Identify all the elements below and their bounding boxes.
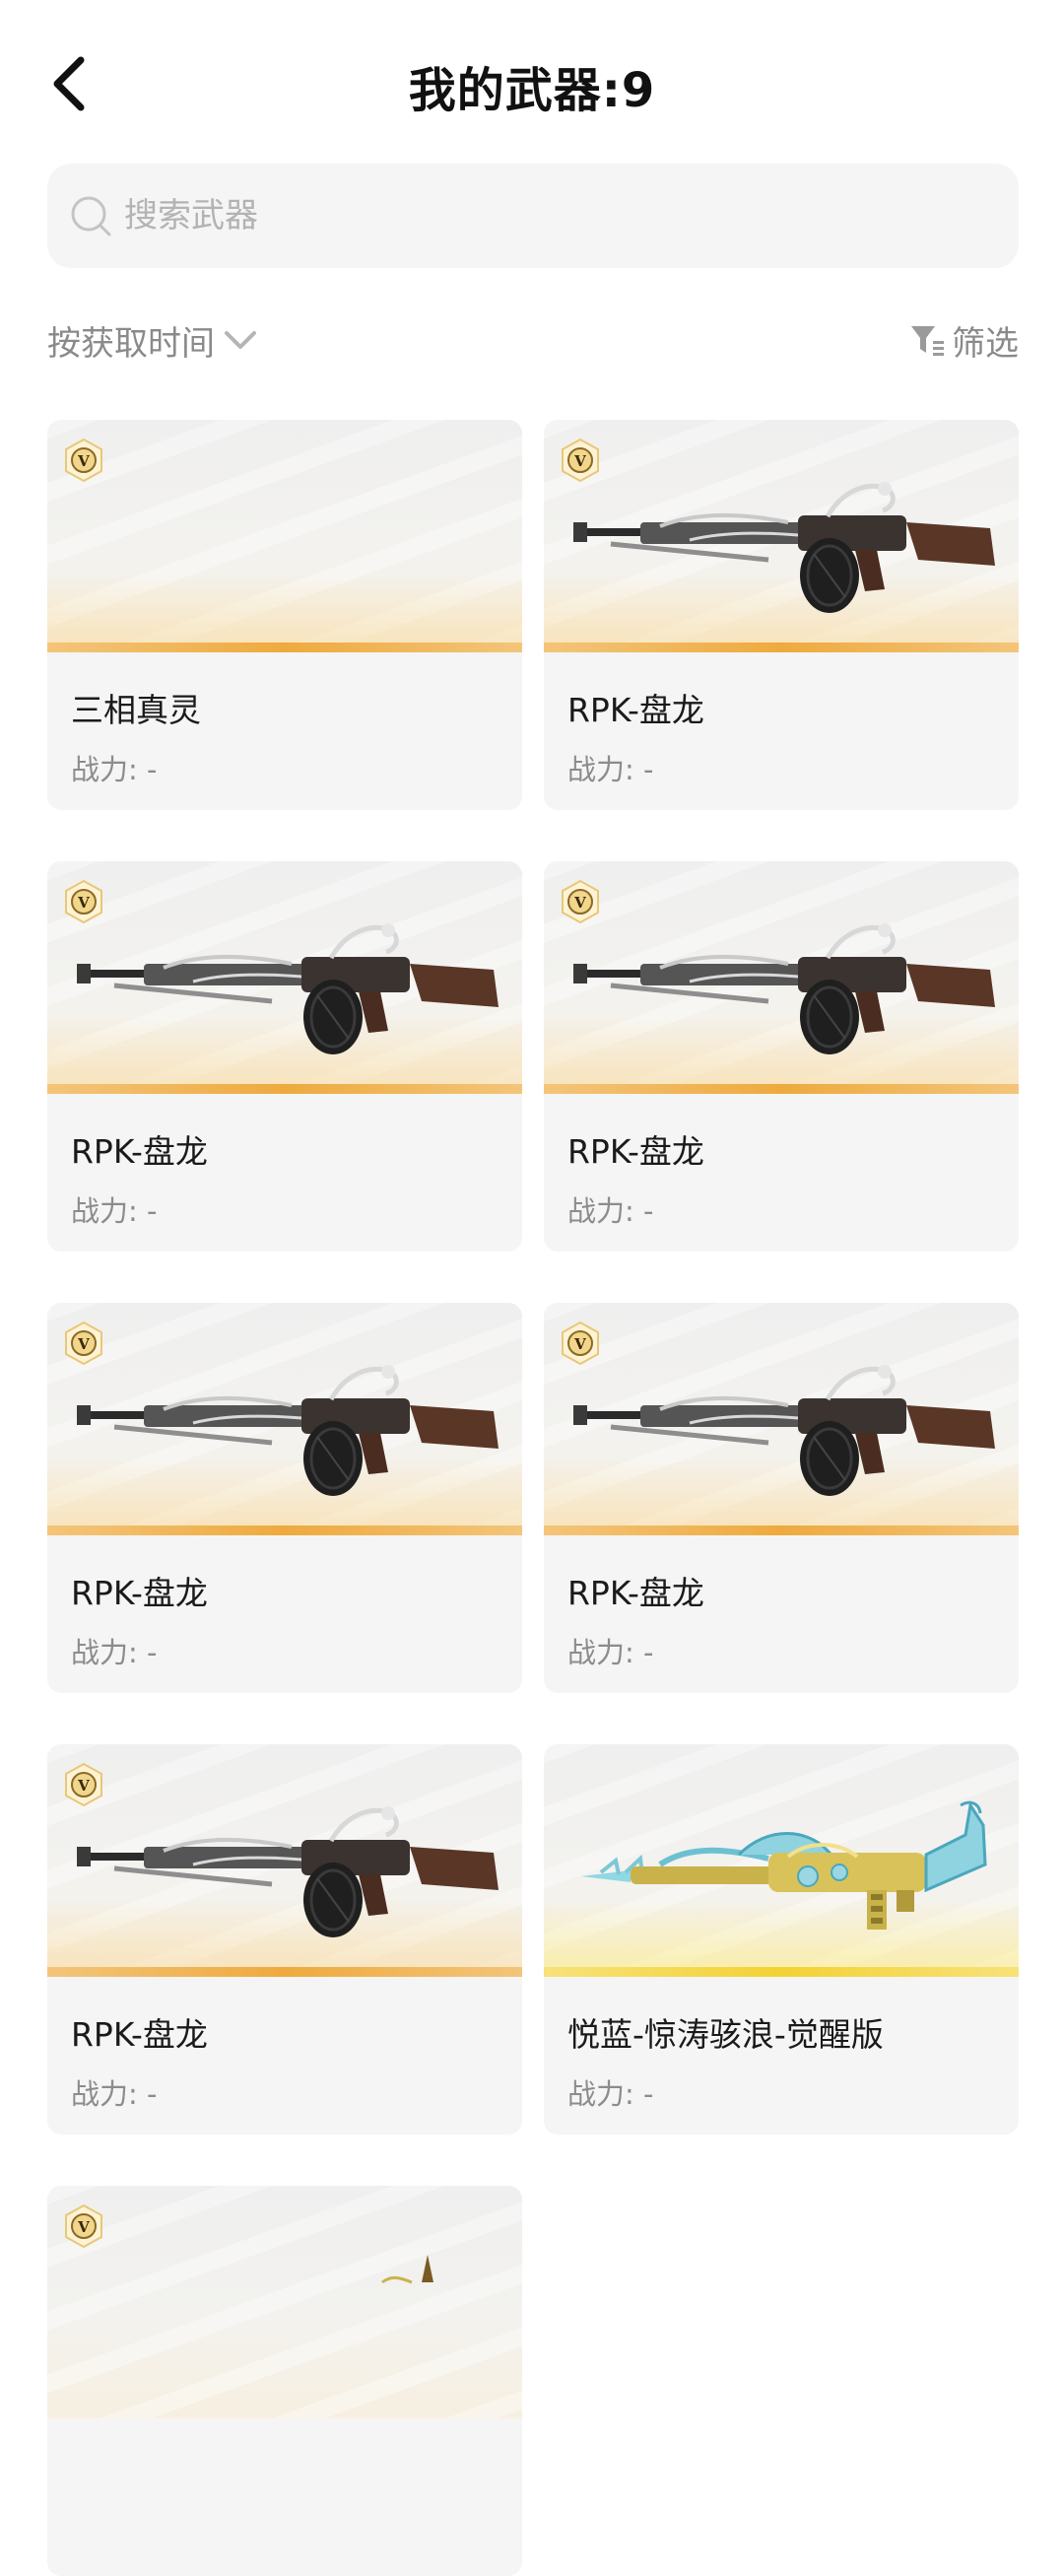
weapon-card[interactable]: 悦蓝-惊涛骇浪-觉醒版 战力: - bbox=[544, 1744, 1019, 2135]
weapon-power: 战力: - bbox=[71, 753, 158, 786]
weapon-card[interactable]: V bbox=[47, 1303, 522, 1693]
search-icon bbox=[71, 196, 111, 237]
rpk-rifle-icon bbox=[77, 1806, 499, 1937]
sort-label: 按获取时间 bbox=[47, 323, 215, 364]
filter-label: 筛选 bbox=[952, 323, 1019, 364]
weapon-card[interactable]: V bbox=[47, 1744, 522, 2135]
svg-text:V: V bbox=[77, 894, 90, 912]
weapon-power: 战力: - bbox=[567, 1636, 654, 1669]
weapon-card[interactable]: V 三相真灵 战力: - bbox=[47, 420, 522, 810]
rank-badge-icon: V bbox=[65, 438, 102, 483]
sort-dropdown[interactable]: 按获取时间 bbox=[47, 313, 258, 367]
page-title: 我的武器:9 bbox=[408, 63, 656, 118]
svg-text:V: V bbox=[573, 452, 586, 470]
weapon-card[interactable]: V bbox=[47, 861, 522, 1252]
weapon-power: 战力: - bbox=[567, 2077, 654, 2111]
search-input[interactable] bbox=[122, 195, 973, 237]
weapon-power: 战力: - bbox=[71, 1636, 158, 1669]
svg-text:V: V bbox=[77, 452, 90, 470]
weapon-power: 战力: - bbox=[71, 2077, 158, 2111]
weapon-image-area: V bbox=[544, 420, 1019, 652]
weapon-image-area: V bbox=[47, 1744, 522, 1977]
weapon-image-area: V bbox=[544, 861, 1019, 1094]
svg-text:V: V bbox=[573, 1335, 586, 1353]
weapon-card[interactable]: V bbox=[544, 1303, 1019, 1693]
weapon-name: RPK-盘龙 bbox=[567, 1574, 704, 1612]
weapon-image-area: V bbox=[47, 861, 522, 1094]
weapon-image-area bbox=[544, 1744, 1019, 1977]
rpk-rifle-icon bbox=[77, 1365, 499, 1496]
weapon-name: RPK-盘龙 bbox=[71, 2015, 208, 2054]
weapon-power: 战力: - bbox=[567, 1194, 654, 1228]
search-bar[interactable] bbox=[47, 164, 1019, 268]
weapon-image-area: V bbox=[47, 2186, 522, 2418]
filter-icon bbox=[911, 326, 944, 356]
weapon-image-area: V bbox=[47, 1303, 522, 1535]
dragon-rifle-icon bbox=[581, 1800, 987, 1930]
filter-button[interactable]: 筛选 bbox=[908, 313, 1019, 367]
weapon-name: RPK-盘龙 bbox=[567, 1132, 704, 1171]
weapon-partial-icon bbox=[381, 2255, 433, 2284]
svg-text:V: V bbox=[77, 1335, 90, 1353]
rpk-rifle-icon bbox=[573, 923, 995, 1054]
weapon-name: RPK-盘龙 bbox=[567, 691, 704, 729]
weapon-card[interactable]: V bbox=[47, 2186, 522, 2576]
rpk-rifle-icon bbox=[573, 1365, 995, 1496]
header: 我的武器:9 bbox=[0, 0, 1064, 168]
rpk-rifle-icon bbox=[573, 482, 995, 613]
weapon-name: 三相真灵 bbox=[71, 691, 201, 729]
weapon-name: 悦蓝-惊涛骇浪-觉醒版 bbox=[567, 2015, 884, 2054]
weapon-image-area: V bbox=[47, 420, 522, 652]
svg-text:V: V bbox=[77, 2218, 90, 2236]
rpk-rifle-icon bbox=[77, 923, 499, 1054]
weapon-image-area: V bbox=[544, 1303, 1019, 1535]
weapon-name: RPK-盘龙 bbox=[71, 1574, 208, 1612]
rank-badge-icon: V bbox=[65, 2203, 102, 2249]
weapon-card[interactable]: V bbox=[544, 861, 1019, 1252]
weapon-name: RPK-盘龙 bbox=[71, 1132, 208, 1171]
weapon-power: 战力: - bbox=[71, 1194, 158, 1228]
svg-text:V: V bbox=[573, 894, 586, 912]
weapon-power: 战力: - bbox=[567, 753, 654, 786]
chevron-down-icon bbox=[225, 331, 256, 349]
weapon-card[interactable]: V bbox=[544, 420, 1019, 810]
svg-text:V: V bbox=[77, 1777, 90, 1795]
